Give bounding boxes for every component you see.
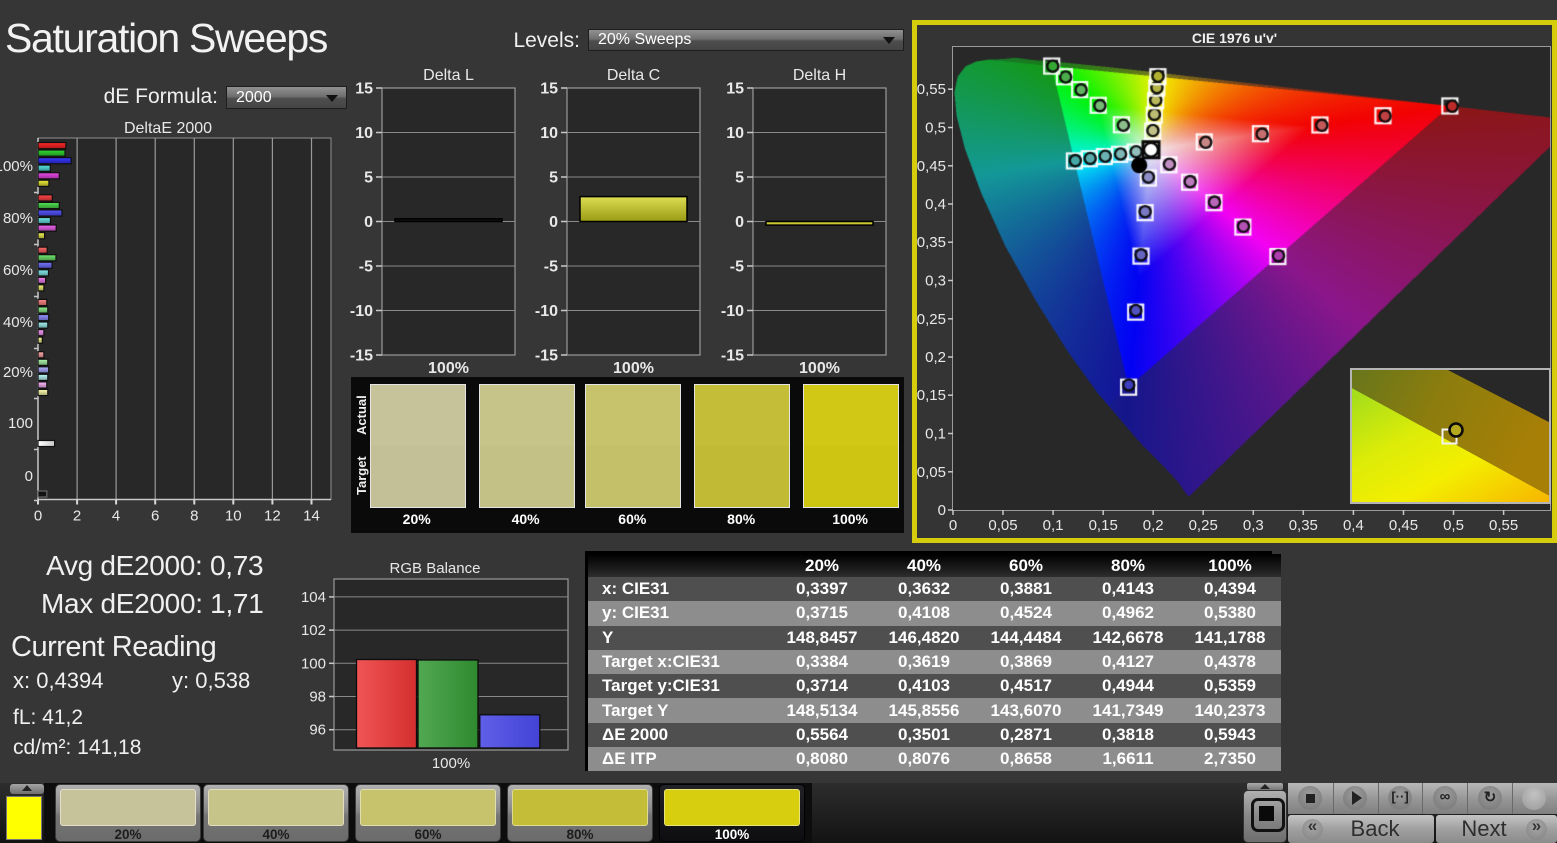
svg-text:RGB Balance: RGB Balance: [390, 560, 481, 577]
svg-text:0,45: 0,45: [917, 158, 946, 175]
svg-text:15: 15: [355, 81, 373, 98]
svg-text:-15: -15: [535, 348, 558, 365]
svg-text:0,15: 0,15: [1089, 517, 1118, 534]
svg-text:Delta H: Delta H: [793, 67, 846, 84]
svg-text:0: 0: [949, 517, 957, 534]
svg-text:10: 10: [355, 125, 373, 142]
svg-text:20%: 20%: [3, 364, 33, 381]
svg-text:96: 96: [309, 722, 326, 739]
svg-text:104: 104: [301, 589, 326, 606]
svg-text:12: 12: [264, 508, 281, 525]
svg-text:0,4: 0,4: [925, 196, 946, 213]
svg-text:15: 15: [726, 81, 744, 98]
svg-text:0,45: 0,45: [1389, 517, 1418, 534]
svg-text:0: 0: [735, 214, 744, 231]
svg-text:0,5: 0,5: [925, 120, 946, 137]
svg-text:Delta L: Delta L: [423, 67, 474, 84]
svg-text:0,25: 0,25: [917, 311, 946, 328]
svg-text:0: 0: [34, 508, 42, 525]
svg-text:0,35: 0,35: [917, 234, 946, 251]
svg-text:10: 10: [540, 125, 558, 142]
svg-text:DeltaE 2000: DeltaE 2000: [124, 120, 212, 137]
svg-text:60%: 60%: [3, 262, 33, 279]
svg-text:0,15: 0,15: [917, 387, 946, 404]
svg-text:100: 100: [301, 655, 326, 672]
svg-text:0: 0: [25, 468, 33, 485]
svg-text:0,05: 0,05: [917, 464, 946, 481]
svg-text:-10: -10: [350, 303, 373, 320]
svg-text:10: 10: [225, 508, 242, 525]
svg-text:8: 8: [190, 508, 198, 525]
svg-text:100%: 100%: [799, 360, 840, 377]
svg-text:-5: -5: [359, 259, 373, 276]
svg-text:15: 15: [540, 81, 558, 98]
svg-text:0,35: 0,35: [1289, 517, 1318, 534]
svg-text:102: 102: [301, 622, 326, 639]
svg-text:0,3: 0,3: [925, 273, 946, 290]
svg-text:-10: -10: [721, 303, 744, 320]
svg-text:0,55: 0,55: [917, 81, 946, 98]
svg-text:100: 100: [8, 415, 33, 432]
svg-text:0: 0: [938, 502, 946, 519]
svg-text:2: 2: [73, 508, 81, 525]
svg-text:4: 4: [112, 508, 120, 525]
svg-text:40%: 40%: [3, 314, 33, 331]
svg-text:-5: -5: [544, 259, 558, 276]
svg-text:0,2: 0,2: [1143, 517, 1164, 534]
svg-text:10: 10: [726, 125, 744, 142]
svg-text:-15: -15: [350, 348, 373, 365]
svg-text:100%: 100%: [428, 360, 469, 377]
svg-text:0: 0: [549, 214, 558, 231]
svg-text:5: 5: [549, 170, 558, 187]
svg-text:5: 5: [735, 170, 744, 187]
svg-text:-5: -5: [730, 259, 744, 276]
svg-text:5: 5: [364, 170, 373, 187]
svg-text:-15: -15: [721, 348, 744, 365]
svg-text:0,5: 0,5: [1443, 517, 1464, 534]
svg-text:-10: -10: [535, 303, 558, 320]
svg-text:Delta C: Delta C: [607, 67, 660, 84]
svg-text:14: 14: [303, 508, 320, 525]
svg-text:100%: 100%: [0, 158, 33, 175]
svg-text:0: 0: [364, 214, 373, 231]
svg-text:0,4: 0,4: [1343, 517, 1364, 534]
svg-text:0,05: 0,05: [988, 517, 1017, 534]
svg-text:0,55: 0,55: [1489, 517, 1518, 534]
svg-text:0,2: 0,2: [925, 349, 946, 366]
svg-text:80%: 80%: [3, 210, 33, 227]
svg-text:98: 98: [309, 689, 326, 706]
svg-text:0,1: 0,1: [925, 426, 946, 443]
svg-text:6: 6: [151, 508, 159, 525]
svg-text:0,3: 0,3: [1243, 517, 1264, 534]
svg-text:100%: 100%: [432, 755, 470, 772]
svg-text:0,25: 0,25: [1189, 517, 1218, 534]
svg-text:0,1: 0,1: [1043, 517, 1064, 534]
svg-text:100%: 100%: [613, 360, 654, 377]
